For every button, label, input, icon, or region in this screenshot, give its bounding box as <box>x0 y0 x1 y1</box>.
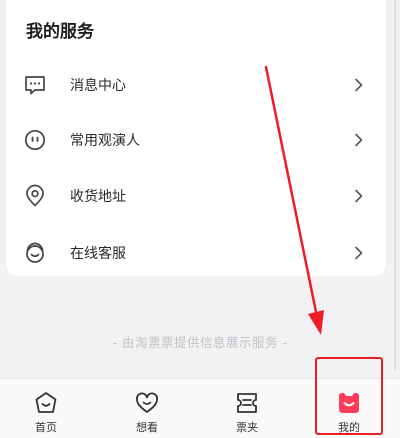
message-icon <box>25 76 45 95</box>
ticket-icon <box>237 393 257 413</box>
scrollbar-track <box>394 0 396 370</box>
tab-label: 我的 <box>338 421 360 434</box>
chevron-right-icon <box>355 133 363 147</box>
section-title: 我的服务 <box>26 22 94 42</box>
tab-mine[interactable]: 我的 <box>319 379 379 438</box>
tab-label: 想看 <box>136 421 158 434</box>
bottom-tab-bar: 首页 想看 票夹 我的 <box>0 378 400 438</box>
tab-label: 票夹 <box>236 421 258 434</box>
location-pin-icon <box>26 184 44 207</box>
service-item-online-support[interactable]: 在线客服 <box>6 233 386 273</box>
tab-label: 首页 <box>35 421 57 434</box>
service-item-frequent-viewers[interactable]: 常用观演人 <box>6 120 386 160</box>
service-item-label: 消息中心 <box>70 78 126 94</box>
tab-home[interactable]: 首页 <box>16 379 76 438</box>
heart-icon <box>136 392 158 413</box>
chevron-right-icon <box>355 246 363 260</box>
my-services-card: 我的服务 消息中心 常用观演人 收货地址 在线客服 <box>6 0 386 276</box>
chevron-right-icon <box>355 189 363 203</box>
service-item-label: 收货地址 <box>70 189 126 205</box>
service-item-shipping-address[interactable]: 收货地址 <box>6 176 386 216</box>
customer-service-icon <box>26 242 44 263</box>
service-item-label: 常用观演人 <box>70 133 140 149</box>
home-icon <box>35 392 57 413</box>
service-item-label: 在线客服 <box>70 246 126 262</box>
face-icon <box>24 129 46 151</box>
chevron-right-icon <box>355 78 363 92</box>
provider-note: - 由淘票票提供信息展示服务 - <box>112 335 288 350</box>
profile-icon <box>339 393 359 413</box>
tab-want-to-see[interactable]: 想看 <box>117 379 177 438</box>
tab-ticket-wallet[interactable]: 票夹 <box>217 379 277 438</box>
service-item-message-center[interactable]: 消息中心 <box>6 65 386 105</box>
